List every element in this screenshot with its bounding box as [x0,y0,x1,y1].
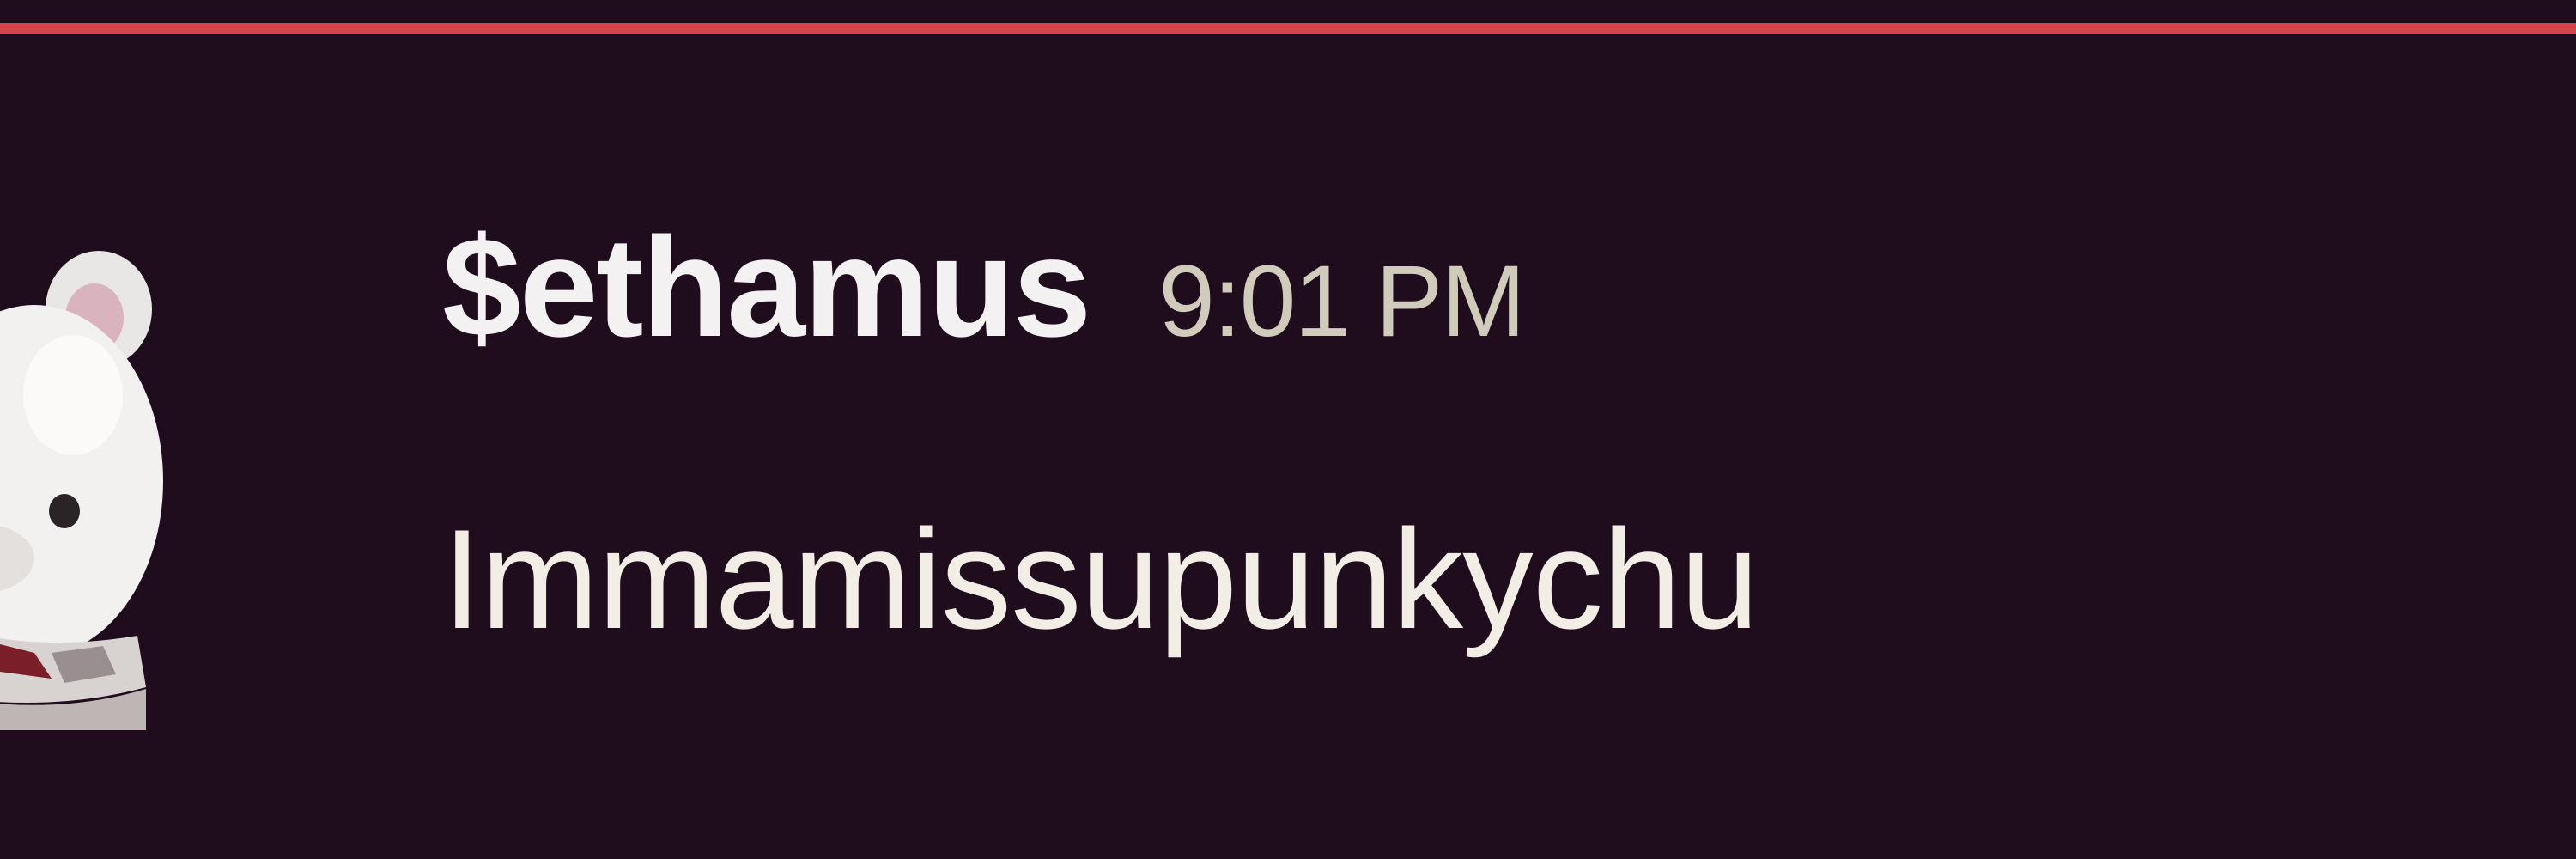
avatar[interactable] [0,249,163,730]
author-name[interactable]: $ethamus [442,208,1091,366]
chat-view: $ethamus 9:01 PM Immamissupunkychu [0,0,2576,859]
message-timestamp[interactable]: 9:01 PM [1158,245,1525,358]
message-item[interactable]: $ethamus 9:01 PM Immamissupunkychu [0,0,2576,859]
message-content: Immamissupunkychu [442,500,1759,658]
message-header: $ethamus 9:01 PM [442,206,1526,369]
white-bear-avatar-icon [0,251,163,730]
